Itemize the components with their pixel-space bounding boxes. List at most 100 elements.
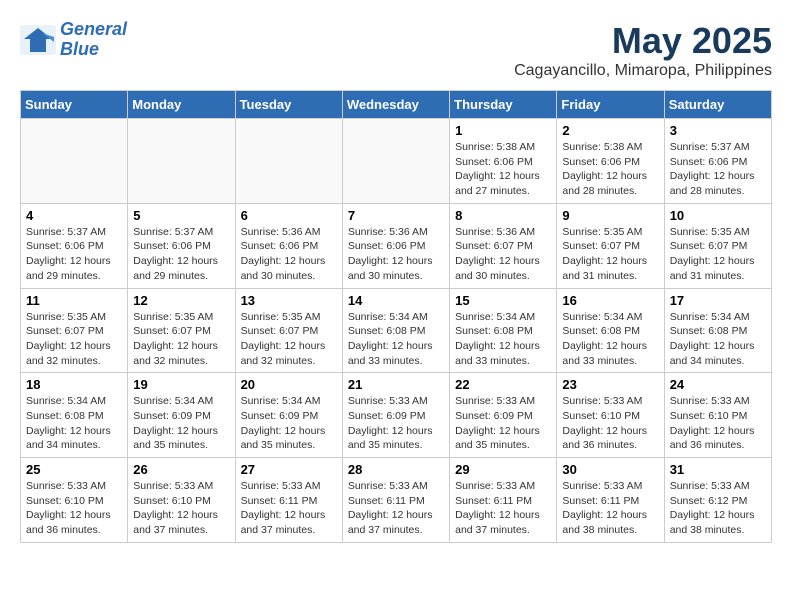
calendar-cell: 21Sunrise: 5:33 AM Sunset: 6:09 PM Dayli…: [342, 373, 449, 458]
calendar-cell: 23 Sunrise: 5:33 AM Sunset: 6:10 PM Dayli…: [557, 373, 664, 458]
calendar-cell: 2 Sunrise: 5:38 AM Sunset: 6:06 PM Daylig…: [557, 119, 664, 204]
day-number: 4: [26, 208, 122, 223]
day-info: Sunrise: 5:33 AM Sunset: 6:10 PM Dayligh…: [670, 394, 766, 453]
location-subtitle: Cagayancillo, Mimaropa, Philippines: [514, 62, 772, 80]
calendar-cell: 1 Sunrise: 5:38 AM Sunset: 6:06 PM Daylig…: [450, 119, 557, 204]
day-number: 15: [455, 293, 551, 308]
week-row-1: 1 Sunrise: 5:38 AM Sunset: 6:06 PM Daylig…: [21, 119, 772, 204]
col-header-friday: Friday: [557, 91, 664, 119]
day-number: 19: [133, 377, 229, 392]
week-row-4: 18Sunrise: 5:34 AM Sunset: 6:08 PM Dayli…: [21, 373, 772, 458]
day-number: 1: [455, 123, 551, 138]
day-info: Sunrise: 5:33 AM Sunset: 6:10 PM Dayligh…: [562, 394, 658, 453]
day-info: Sunrise: 5:34 AM Sunset: 6:08 PM Dayligh…: [562, 310, 658, 369]
day-info: Sunrise: 5:35 AM Sunset: 6:07 PM Dayligh…: [562, 225, 658, 284]
calendar-header-row: SundayMondayTuesdayWednesdayThursdayFrid…: [21, 91, 772, 119]
page-header: General Blue May 2025 Cagayancillo, Mima…: [20, 20, 772, 80]
calendar-cell: [128, 119, 235, 204]
day-number: 23: [562, 377, 658, 392]
day-info: Sunrise: 5:35 AM Sunset: 6:07 PM Dayligh…: [133, 310, 229, 369]
day-info: Sunrise: 5:37 AM Sunset: 6:06 PM Dayligh…: [133, 225, 229, 284]
calendar-cell: 3Sunrise: 5:37 AM Sunset: 6:06 PM Daylig…: [664, 119, 771, 204]
day-number: 30: [562, 462, 658, 477]
day-number: 20: [241, 377, 337, 392]
week-row-5: 25 Sunrise: 5:33 AM Sunset: 6:10 PM Dayli…: [21, 458, 772, 543]
day-number: 24: [670, 377, 766, 392]
calendar-cell: [235, 119, 342, 204]
day-info: Sunrise: 5:38 AM Sunset: 6:06 PM Dayligh…: [455, 140, 551, 199]
day-number: 6: [241, 208, 337, 223]
calendar-cell: [21, 119, 128, 204]
col-header-monday: Monday: [128, 91, 235, 119]
calendar-cell: 7 Sunrise: 5:36 AM Sunset: 6:06 PM Daylig…: [342, 203, 449, 288]
day-number: 31: [670, 462, 766, 477]
day-number: 17: [670, 293, 766, 308]
calendar-cell: 8Sunrise: 5:36 AM Sunset: 6:07 PM Daylig…: [450, 203, 557, 288]
day-info: Sunrise: 5:37 AM Sunset: 6:06 PM Dayligh…: [26, 225, 122, 284]
day-info: Sunrise: 5:33 AM Sunset: 6:09 PM Dayligh…: [348, 394, 444, 453]
logo: General Blue: [20, 20, 127, 60]
col-header-wednesday: Wednesday: [342, 91, 449, 119]
day-info: Sunrise: 5:34 AM Sunset: 6:08 PM Dayligh…: [348, 310, 444, 369]
day-number: 7: [348, 208, 444, 223]
calendar-cell: 20 Sunrise: 5:34 AM Sunset: 6:09 PM Dayli…: [235, 373, 342, 458]
calendar-table: SundayMondayTuesdayWednesdayThursdayFrid…: [20, 90, 772, 543]
day-info: Sunrise: 5:34 AM Sunset: 6:08 PM Dayligh…: [455, 310, 551, 369]
calendar-cell: 11 Sunrise: 5:35 AM Sunset: 6:07 PM Dayli…: [21, 288, 128, 373]
calendar-cell: 29 Sunrise: 5:33 AM Sunset: 6:11 PM Dayli…: [450, 458, 557, 543]
col-header-saturday: Saturday: [664, 91, 771, 119]
calendar-cell: 15 Sunrise: 5:34 AM Sunset: 6:08 PM Dayli…: [450, 288, 557, 373]
day-info: Sunrise: 5:35 AM Sunset: 6:07 PM Dayligh…: [670, 225, 766, 284]
calendar-cell: 13Sunrise: 5:35 AM Sunset: 6:07 PM Dayli…: [235, 288, 342, 373]
calendar-cell: 9Sunrise: 5:35 AM Sunset: 6:07 PM Daylig…: [557, 203, 664, 288]
day-number: 22: [455, 377, 551, 392]
logo-text: General Blue: [60, 20, 127, 60]
calendar-cell: 27 Sunrise: 5:33 AM Sunset: 6:11 PM Dayli…: [235, 458, 342, 543]
col-header-tuesday: Tuesday: [235, 91, 342, 119]
week-row-3: 11 Sunrise: 5:35 AM Sunset: 6:07 PM Dayli…: [21, 288, 772, 373]
day-number: 8: [455, 208, 551, 223]
calendar-cell: 18Sunrise: 5:34 AM Sunset: 6:08 PM Dayli…: [21, 373, 128, 458]
day-info: Sunrise: 5:34 AM Sunset: 6:09 PM Dayligh…: [241, 394, 337, 453]
day-number: 13: [241, 293, 337, 308]
day-number: 29: [455, 462, 551, 477]
calendar-cell: 14 Sunrise: 5:34 AM Sunset: 6:08 PM Dayli…: [342, 288, 449, 373]
col-header-sunday: Sunday: [21, 91, 128, 119]
calendar-cell: 6 Sunrise: 5:36 AM Sunset: 6:06 PM Daylig…: [235, 203, 342, 288]
calendar-cell: 24 Sunrise: 5:33 AM Sunset: 6:10 PM Dayli…: [664, 373, 771, 458]
day-info: Sunrise: 5:33 AM Sunset: 6:12 PM Dayligh…: [670, 479, 766, 538]
calendar-cell: 5 Sunrise: 5:37 AM Sunset: 6:06 PM Daylig…: [128, 203, 235, 288]
calendar-cell: 26Sunrise: 5:33 AM Sunset: 6:10 PM Dayli…: [128, 458, 235, 543]
day-number: 28: [348, 462, 444, 477]
month-title: May 2025: [514, 20, 772, 62]
day-info: Sunrise: 5:33 AM Sunset: 6:11 PM Dayligh…: [241, 479, 337, 538]
calendar-cell: 28 Sunrise: 5:33 AM Sunset: 6:11 PM Dayli…: [342, 458, 449, 543]
calendar-cell: 16Sunrise: 5:34 AM Sunset: 6:08 PM Dayli…: [557, 288, 664, 373]
calendar-cell: 30Sunrise: 5:33 AM Sunset: 6:11 PM Dayli…: [557, 458, 664, 543]
day-info: Sunrise: 5:33 AM Sunset: 6:10 PM Dayligh…: [26, 479, 122, 538]
day-info: Sunrise: 5:33 AM Sunset: 6:11 PM Dayligh…: [455, 479, 551, 538]
calendar-cell: 17 Sunrise: 5:34 AM Sunset: 6:08 PM Dayli…: [664, 288, 771, 373]
day-info: Sunrise: 5:38 AM Sunset: 6:06 PM Dayligh…: [562, 140, 658, 199]
day-info: Sunrise: 5:34 AM Sunset: 6:08 PM Dayligh…: [670, 310, 766, 369]
day-number: 25: [26, 462, 122, 477]
day-info: Sunrise: 5:33 AM Sunset: 6:10 PM Dayligh…: [133, 479, 229, 538]
calendar-cell: 22Sunrise: 5:33 AM Sunset: 6:09 PM Dayli…: [450, 373, 557, 458]
calendar-cell: 10Sunrise: 5:35 AM Sunset: 6:07 PM Dayli…: [664, 203, 771, 288]
day-number: 14: [348, 293, 444, 308]
day-info: Sunrise: 5:36 AM Sunset: 6:06 PM Dayligh…: [348, 225, 444, 284]
day-number: 11: [26, 293, 122, 308]
day-info: Sunrise: 5:36 AM Sunset: 6:06 PM Dayligh…: [241, 225, 337, 284]
day-number: 2: [562, 123, 658, 138]
day-info: Sunrise: 5:35 AM Sunset: 6:07 PM Dayligh…: [26, 310, 122, 369]
calendar-cell: [342, 119, 449, 204]
day-info: Sunrise: 5:34 AM Sunset: 6:09 PM Dayligh…: [133, 394, 229, 453]
calendar-cell: 12Sunrise: 5:35 AM Sunset: 6:07 PM Dayli…: [128, 288, 235, 373]
day-number: 18: [26, 377, 122, 392]
calendar-cell: 19 Sunrise: 5:34 AM Sunset: 6:09 PM Dayli…: [128, 373, 235, 458]
day-info: Sunrise: 5:37 AM Sunset: 6:06 PM Dayligh…: [670, 140, 766, 199]
day-number: 5: [133, 208, 229, 223]
logo-icon: [20, 25, 56, 55]
day-number: 27: [241, 462, 337, 477]
day-info: Sunrise: 5:33 AM Sunset: 6:11 PM Dayligh…: [348, 479, 444, 538]
